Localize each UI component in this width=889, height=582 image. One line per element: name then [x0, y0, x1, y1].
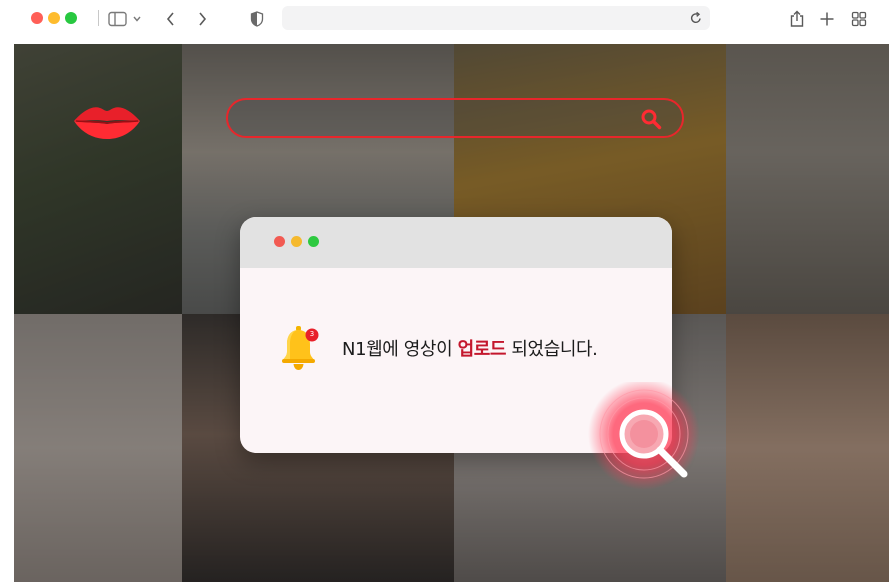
background-photo-tile	[726, 314, 889, 582]
toolbar-divider	[98, 10, 99, 26]
chevron-left-icon	[166, 12, 174, 26]
notification-message: N1웹에 영상이 업로드 되었습니다.	[342, 335, 598, 361]
popup-zoom-dot	[308, 236, 319, 247]
web-page-content: 3 N1웹에 영상이 업로드 되었습니다.	[14, 44, 889, 582]
popup-minimize-dot	[291, 236, 302, 247]
sidebar-toggle-button[interactable]	[106, 8, 146, 30]
tab-overview-icon	[851, 11, 867, 27]
magnifier-icon	[586, 378, 702, 498]
background-photo-tile	[14, 44, 182, 314]
close-window-button[interactable]	[31, 12, 43, 24]
sidebar-icon	[108, 11, 141, 27]
background-photo-tile	[726, 44, 889, 314]
zoom-window-button[interactable]	[65, 12, 77, 24]
chevron-right-icon	[199, 12, 207, 26]
back-button[interactable]	[160, 8, 182, 30]
new-tab-button[interactable]	[816, 8, 838, 30]
message-prefix: N1웹에 영상이	[342, 339, 458, 360]
tab-overview-button[interactable]	[848, 8, 870, 30]
reload-button[interactable]	[688, 10, 704, 26]
share-button[interactable]	[786, 8, 808, 30]
forward-button[interactable]	[191, 8, 213, 30]
popup-title-bar	[240, 217, 672, 268]
notification-bell-icon: 3	[280, 325, 320, 371]
message-highlight: 업로드	[457, 339, 507, 360]
share-icon	[790, 10, 804, 27]
search-icon	[641, 109, 662, 130]
search-bar[interactable]	[226, 98, 684, 138]
plus-icon	[820, 12, 834, 26]
background-photo-tile	[14, 314, 182, 582]
message-suffix: 되었습니다.	[506, 339, 598, 360]
minimize-window-button[interactable]	[48, 12, 60, 24]
lips-logo[interactable]	[72, 100, 142, 142]
window-controls	[31, 12, 77, 24]
address-bar[interactable]	[282, 6, 710, 30]
privacy-report-button[interactable]	[246, 8, 268, 30]
search-button[interactable]	[640, 108, 662, 130]
shield-icon	[250, 11, 264, 27]
reload-icon	[690, 11, 701, 24]
notification-badge-count: 3	[309, 330, 315, 338]
browser-toolbar	[0, 0, 889, 40]
popup-close-dot	[274, 236, 285, 247]
lips-logo-icon	[74, 107, 140, 139]
popup-window-controls	[274, 236, 319, 247]
